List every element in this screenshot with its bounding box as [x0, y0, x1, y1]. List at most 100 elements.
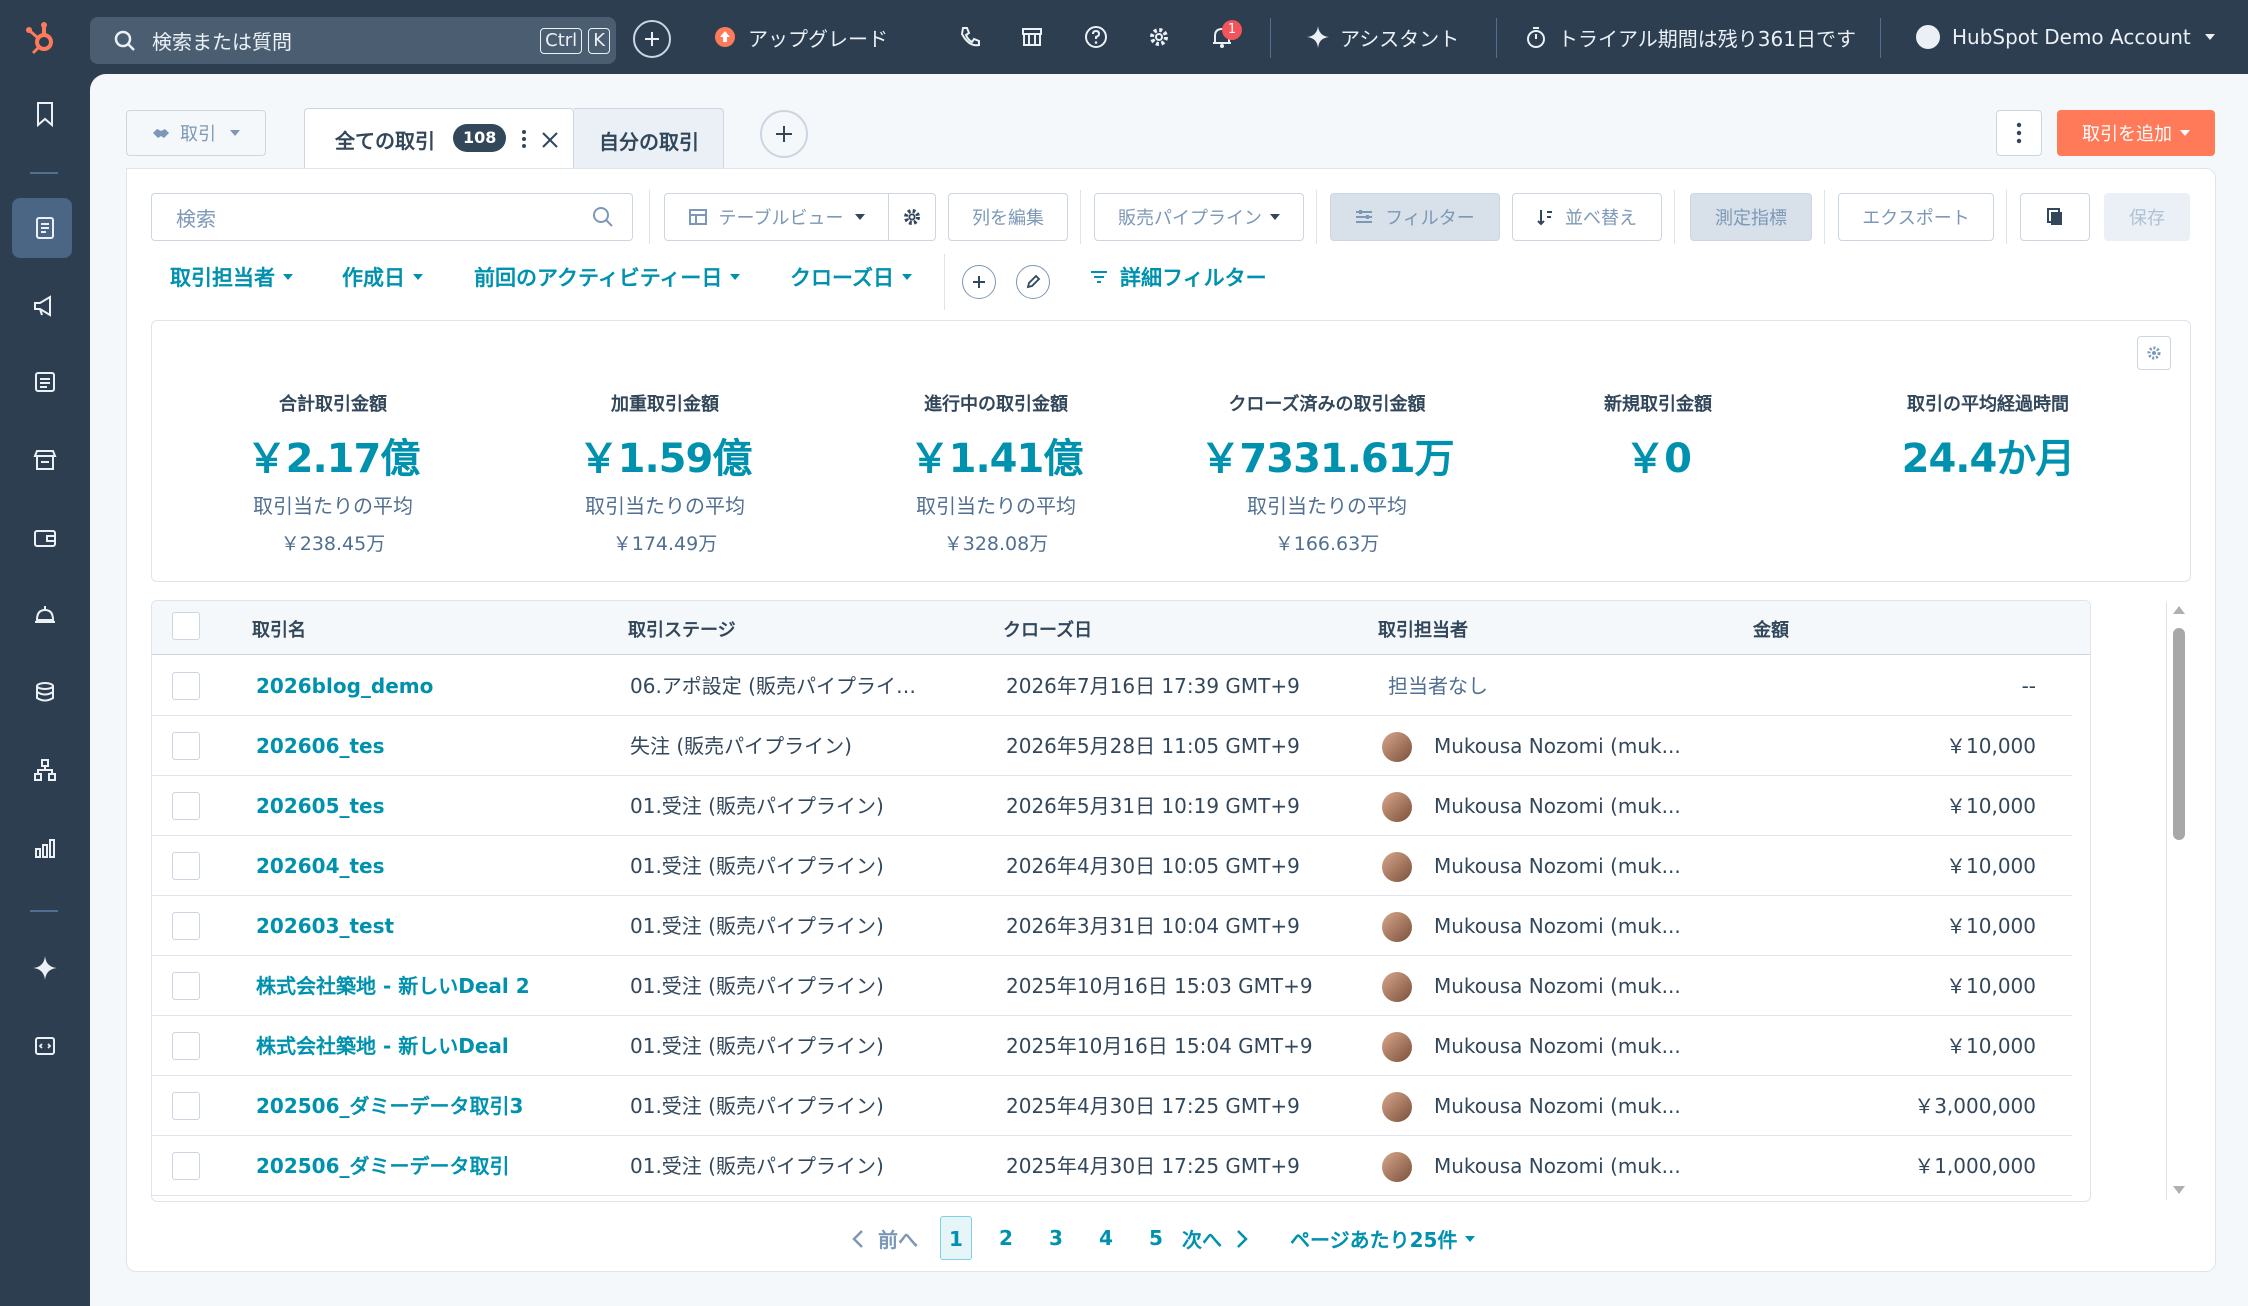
metrics-button[interactable]: 測定指標 [1690, 193, 1812, 241]
table-row[interactable]: 株式会社築地 - 新しいDeal 2 01.受注 (販売パイプライン) 2025年1… [152, 956, 2072, 1016]
more-actions-button[interactable] [1996, 110, 2042, 156]
phone-icon[interactable] [957, 24, 983, 50]
table-row[interactable]: 202506_ダミーデータ取引3 01.受注 (販売パイプライン) 2025年4月3… [152, 1076, 2072, 1136]
assistant-button[interactable]: アシスタント [1306, 0, 1459, 74]
hubspot-logo-icon[interactable] [22, 18, 62, 58]
page-4[interactable]: 4 [1090, 1216, 1122, 1260]
table-row[interactable]: 202506_ダミーデータ取引 01.受注 (販売パイプライン) 2025年4月30… [152, 1136, 2072, 1196]
per-page-dropdown[interactable]: ページあたり25件 [1290, 1224, 1476, 1253]
bookmark-icon[interactable] [27, 96, 63, 132]
close-tab-icon[interactable] [541, 131, 559, 149]
sort-button[interactable]: 並べ替え [1512, 193, 1662, 241]
content-icon[interactable] [27, 364, 63, 400]
filter-close-date-label: クローズ日 [790, 266, 894, 290]
table-row[interactable]: 202604_tes 01.受注 (販売パイプライン) 2026年4月30日 10:… [152, 836, 2072, 896]
filter-create-date[interactable]: 作成日 [342, 262, 423, 292]
edit-filters-button[interactable] [1016, 265, 1050, 299]
row-checkbox[interactable] [172, 732, 200, 760]
pagination-next-button[interactable]: 次へ [1182, 1224, 1248, 1253]
developer-code-icon[interactable] [27, 1028, 63, 1064]
table-row[interactable]: 202603_test 01.受注 (販売パイプライン) 2026年3月31日 10… [152, 896, 2072, 956]
row-checkbox[interactable] [172, 1032, 200, 1060]
wallet-icon[interactable] [27, 520, 63, 556]
column-header-name[interactable]: 取引名 [252, 616, 306, 642]
table-scrollbar[interactable] [2166, 602, 2190, 1200]
tab-my-deals[interactable]: 自分の取引 [574, 108, 724, 168]
upgrade-button[interactable]: アップグレード [714, 0, 888, 74]
table-row[interactable]: 株式会社築地 - 新しいDeal 01.受注 (販売パイプライン) 2025年10月… [152, 1016, 2072, 1076]
select-all-checkbox[interactable] [172, 612, 200, 640]
global-search-input[interactable]: 検索または質問 Ctrl K [90, 17, 616, 64]
row-checkbox[interactable] [172, 852, 200, 880]
column-header-stage[interactable]: 取引ステージ [628, 616, 736, 642]
column-header-owner[interactable]: 取引担当者 [1378, 616, 1468, 642]
help-icon[interactable] [1083, 24, 1109, 50]
crm-contacts-icon[interactable] [27, 210, 63, 246]
row-checkbox[interactable] [172, 792, 200, 820]
deal-name-link[interactable]: 202606_tes [256, 716, 385, 776]
deal-name-link[interactable]: 2026blog_demo [256, 656, 433, 716]
filter-sliders-icon [1355, 209, 1373, 225]
marketing-megaphone-icon[interactable] [27, 288, 63, 324]
filter-close-date[interactable]: クローズ日 [790, 262, 912, 292]
chevron-down-icon [730, 274, 741, 280]
object-selector-dropdown[interactable]: 取引 [126, 110, 266, 156]
create-new-button[interactable] [633, 20, 671, 58]
deal-name-link[interactable]: 202603_test [256, 896, 394, 956]
deal-name-link[interactable]: 202506_ダミーデータ取引 [256, 1136, 510, 1196]
tab-all-deals[interactable]: 全ての取引 108 [304, 108, 574, 168]
account-menu-button[interactable]: HubSpot Demo Account [1916, 0, 2215, 74]
table-search-input[interactable]: 検索 [151, 193, 633, 241]
row-checkbox[interactable] [172, 972, 200, 1000]
pipeline-dropdown[interactable]: 販売パイプライン [1094, 193, 1304, 241]
add-deal-label: 取引を追加 [2082, 124, 2172, 145]
database-icon[interactable] [27, 674, 63, 710]
table-row[interactable]: 2026blog_demo 06.アポ設定 (販売パイプライ… 2026年7月16日… [152, 656, 2072, 716]
deal-name-link[interactable]: 株式会社築地 - 新しいDeal 2 [256, 956, 530, 1016]
trial-status-button[interactable]: トライアル期間は残り361日です [1524, 0, 1856, 74]
deal-name-link[interactable]: 202605_tes [256, 776, 385, 836]
row-checkbox[interactable] [172, 1152, 200, 1180]
page-2[interactable]: 2 [990, 1216, 1022, 1260]
table-row[interactable]: 202605_tes 01.受注 (販売パイプライン) 2026年5月31日 10:… [152, 776, 2072, 836]
commerce-store-icon[interactable] [27, 442, 63, 478]
deal-name-link[interactable]: 株式会社築地 - 新しいDeal [256, 1016, 509, 1076]
row-checkbox[interactable] [172, 1092, 200, 1120]
pagination-prev-button[interactable]: 前へ [852, 1224, 918, 1253]
edit-columns-button[interactable]: 列を編集 [948, 193, 1068, 241]
tab-options-kebab-icon[interactable] [521, 129, 527, 149]
settings-gear-icon[interactable] [1146, 24, 1172, 50]
deal-name-link[interactable]: 202604_tes [256, 836, 385, 896]
automation-hierarchy-icon[interactable] [27, 752, 63, 788]
marketplace-icon[interactable] [1019, 24, 1045, 50]
column-header-close-date[interactable]: クローズ日 [1003, 616, 1092, 642]
column-header-amount[interactable]: 金額 [1753, 616, 1789, 642]
advanced-filters-button[interactable]: 詳細フィルター [1090, 262, 1267, 292]
page-5[interactable]: 5 [1140, 1216, 1172, 1260]
page-1[interactable]: 1 [940, 1216, 972, 1260]
service-bell-icon[interactable] [27, 596, 63, 632]
deal-name-link[interactable]: 202506_ダミーデータ取引3 [256, 1076, 523, 1136]
row-checkbox[interactable] [172, 672, 200, 700]
metrics-settings-button[interactable] [2137, 336, 2171, 370]
scroll-up-arrow-icon[interactable] [2173, 606, 2185, 614]
filter-last-activity[interactable]: 前回のアクティビティー日 [474, 262, 741, 292]
scrollbar-thumb[interactable] [2173, 628, 2185, 840]
add-deal-button[interactable]: 取引を追加 [2057, 110, 2215, 156]
save-view-button[interactable]: 保存 [2104, 193, 2190, 241]
table-view-dropdown[interactable]: テーブルビュー [664, 193, 890, 241]
duplicate-view-button[interactable] [2020, 193, 2090, 241]
reporting-chart-icon[interactable] [27, 830, 63, 866]
page-3[interactable]: 3 [1040, 1216, 1072, 1260]
breeze-sparkle-icon[interactable] [27, 950, 63, 986]
view-settings-button[interactable] [888, 193, 936, 241]
filter-button[interactable]: フィルター [1330, 193, 1500, 241]
scroll-down-arrow-icon[interactable] [2173, 1186, 2185, 1194]
add-view-button[interactable] [760, 110, 808, 158]
export-button[interactable]: エクスポート [1838, 193, 1994, 241]
filter-deal-owner[interactable]: 取引担当者 [170, 262, 293, 292]
table-row[interactable]: 202606_tes 失注 (販売パイプライン) 2026年5月28日 11:05 … [152, 716, 2072, 776]
chevron-down-icon [1465, 1235, 1476, 1242]
add-filter-button[interactable] [962, 265, 996, 299]
row-checkbox[interactable] [172, 912, 200, 940]
